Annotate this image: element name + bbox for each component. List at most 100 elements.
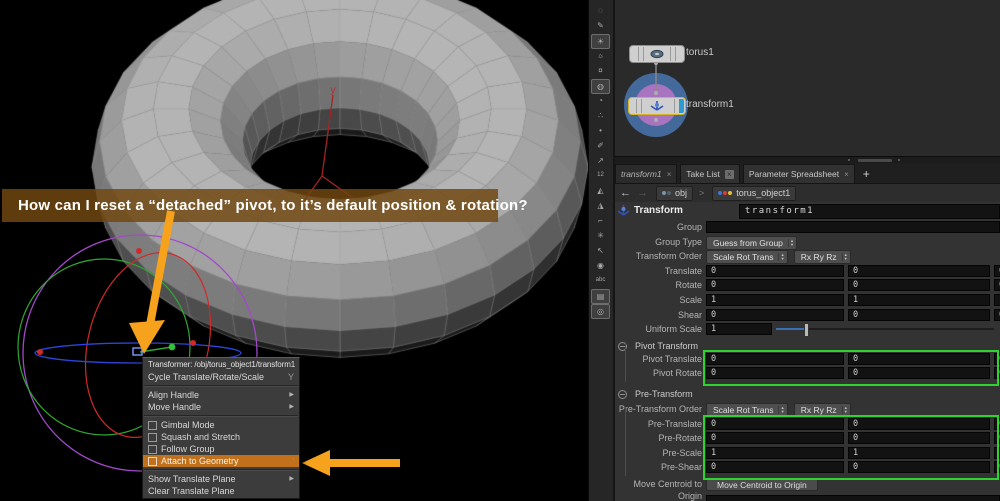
paint-brush-icon[interactable]: ✎ [592, 19, 609, 32]
hand-grab-icon[interactable]: ◮ [592, 199, 609, 212]
param-value-field[interactable]: 1 [706, 446, 844, 459]
tab-close-icon[interactable]: × [667, 170, 672, 179]
uniform-scale-slider[interactable] [772, 323, 1000, 338]
param-row-transform-order: Transform Order Scale Rot Trans ▴ ▾ Rx Ry Rz… [612, 250, 1000, 265]
record-icon[interactable]: ◉ [592, 259, 609, 272]
spinner-icon[interactable]: ▴ ▾ [778, 252, 784, 262]
collapse-section-icon[interactable] [618, 390, 627, 399]
menu-item-attach-to-geometry[interactable]: Attach to Geometry’ [143, 455, 299, 467]
menu-item-align-handle[interactable]: Align Handle ▶ [143, 389, 299, 401]
slider-handle[interactable] [804, 323, 809, 338]
node-type-label: Transform [634, 204, 683, 216]
param-value-field[interactable]: 0 [994, 264, 1000, 277]
background-image-icon[interactable]: ▤ [591, 289, 610, 304]
param-value-field[interactable]: 0 [706, 264, 844, 277]
headlight-icon[interactable]: ☀ [591, 34, 610, 49]
point-light-icon[interactable]: ☼ [592, 49, 609, 62]
material-sphere-icon[interactable]: ◔ [592, 94, 609, 107]
param-value-field[interactable]: 0 [706, 461, 844, 474]
param-value-field[interactable]: 0 [848, 352, 990, 365]
param-value-field[interactable]: 0 [994, 279, 1000, 292]
spinner-icon[interactable]: ▴ ▾ [841, 405, 847, 414]
network-editor[interactable]: torus1 transform1 [612, 0, 1000, 156]
hand-icon[interactable]: ◭ [592, 184, 609, 197]
tab-take-list[interactable]: Take List × [680, 164, 740, 183]
param-value-field[interactable]: 1 [706, 294, 844, 306]
param-value-field[interactable]: 0 [848, 279, 990, 292]
menu-item-clear-translate-plane[interactable]: Clear Translate Plane [143, 485, 299, 497]
environment-light-icon[interactable]: ◍ [591, 79, 610, 94]
snap-multi-icon[interactable]: ↖ [592, 244, 609, 257]
visualizer-pin-icon[interactable]: ◎ [591, 304, 610, 319]
param-value-field[interactable]: 0 [994, 308, 1000, 321]
nav-forward-icon[interactable]: → [637, 187, 648, 199]
param-value-field[interactable]: 0 [706, 432, 844, 445]
param-row-pre-rotate: Pre-Rotate000 [612, 432, 1000, 445]
spinner-icon[interactable]: ▴ ▾ [787, 238, 793, 247]
param-value-field[interactable]: 1 [848, 294, 990, 306]
modeler-wand-icon[interactable]: ✐ [592, 139, 609, 152]
param-value-field[interactable]: 0 [706, 308, 844, 321]
viewport-3d[interactable]: y How can I reset a “detached” pivot, to… [0, 0, 588, 501]
select-lasso-icon[interactable]: ◌ [592, 4, 609, 17]
checkbox-icon [148, 432, 157, 442]
spinner-icon[interactable]: ▴ ▾ [778, 405, 784, 414]
param-value-field[interactable]: 0 [706, 279, 844, 292]
dropdown-guess-from-group[interactable]: Guess from Group ▴ ▾ [706, 235, 798, 250]
param-value-field[interactable]: 0 [848, 367, 990, 380]
menu-item-follow-group[interactable]: Follow Group [143, 443, 299, 455]
tab-parameter-spreadsheet[interactable]: Parameter Spreadsheet × [742, 164, 855, 183]
bundle-spheres-icon[interactable]: ∴ [592, 109, 609, 122]
param-value-field[interactable] [706, 221, 1000, 233]
param-value-field[interactable]: 0 [994, 367, 1000, 380]
menu-item-squash-and-stretch[interactable]: Squash and Stretch [143, 431, 299, 443]
tab-close-icon[interactable]: × [724, 169, 734, 179]
spinner-icon[interactable]: ▴ ▾ [841, 252, 847, 262]
param-value-field[interactable]: 0 [848, 308, 990, 321]
param-value-field[interactable]: 1 [848, 446, 990, 459]
dropdown-rx-ry-rz[interactable]: Rx Ry Rz ▴ ▾ [793, 250, 851, 265]
param-value-field[interactable]: 0 [848, 461, 990, 474]
param-value-field[interactable]: 0 [848, 432, 990, 445]
node-display-flag[interactable] [679, 99, 684, 113]
param-value-field[interactable]: 0 [848, 264, 990, 277]
quickmark-icon[interactable]: 12 [592, 169, 609, 182]
tab-close-icon[interactable]: × [844, 170, 849, 179]
param-value-field[interactable]: 0 [706, 367, 844, 380]
param-value-field[interactable]: 0 [994, 432, 1000, 445]
param-value-field[interactable]: 0 [706, 417, 844, 430]
point-icon[interactable]: • [592, 124, 609, 137]
param-value-field[interactable]: 0 [994, 417, 1000, 430]
button-move-centroid-to-origin[interactable]: Move Centroid to Origin [706, 478, 818, 491]
tab-transform1[interactable]: transform1 × [615, 164, 678, 183]
menu-item-gimbal-mode[interactable]: Gimbal Mode [143, 419, 299, 431]
dropdown-scale-rot-trans[interactable]: Scale Rot Trans ▴ ▾ [706, 250, 788, 265]
nav-back-icon[interactable]: ← [620, 187, 631, 199]
menu-item-cycle-translate-rotate-scale[interactable]: Cycle Translate/Rotate/Scale Y [143, 371, 299, 383]
menu-item-move-handle[interactable]: Move Handle ▶ [143, 401, 299, 413]
node-transform1[interactable] [628, 97, 686, 115]
menu-title-transformer-obj-torus-object1-transform1: Transformer: /obj/torus_object1/transfor… [148, 360, 296, 369]
construction-plane-icon[interactable]: ⌐ [592, 214, 609, 227]
node-torus1[interactable] [629, 45, 685, 63]
param-value-field[interactable]: 1 [994, 294, 1000, 306]
param-value-field[interactable]: 0 [706, 352, 844, 365]
param-value-field[interactable]: 1 [994, 446, 1000, 459]
spot-light-icon[interactable]: ¤ [592, 64, 609, 77]
dropdown-scale-rot-trans[interactable]: Scale Rot Trans ▴ ▾ [706, 403, 788, 417]
param-value-field[interactable]: 0 [994, 352, 1000, 365]
param-value-field[interactable] [706, 494, 1000, 501]
node-name-input[interactable]: transform1 [738, 203, 1000, 219]
param-value-field[interactable]: 1 [706, 323, 772, 336]
new-tab-button[interactable]: + [863, 165, 870, 183]
submenu-arrow-icon: ▶ [289, 392, 294, 398]
snap-points-icon[interactable]: ✳ [592, 229, 609, 242]
param-value-field[interactable]: 0 [994, 461, 1000, 474]
breadcrumb-torus-object1[interactable]: torus_object1 [712, 185, 797, 201]
text-label-icon[interactable]: abc [592, 274, 609, 287]
dropdown-rx-ry-rz[interactable]: Rx Ry Rz ▴ ▾ [793, 403, 851, 417]
menu-item-show-translate-plane[interactable]: Show Translate Plane ▶ [143, 473, 299, 485]
breadcrumb-obj[interactable]: obj [656, 185, 694, 201]
edit-pencil-icon[interactable]: ↗ [592, 154, 609, 167]
param-value-field[interactable]: 0 [848, 417, 990, 430]
